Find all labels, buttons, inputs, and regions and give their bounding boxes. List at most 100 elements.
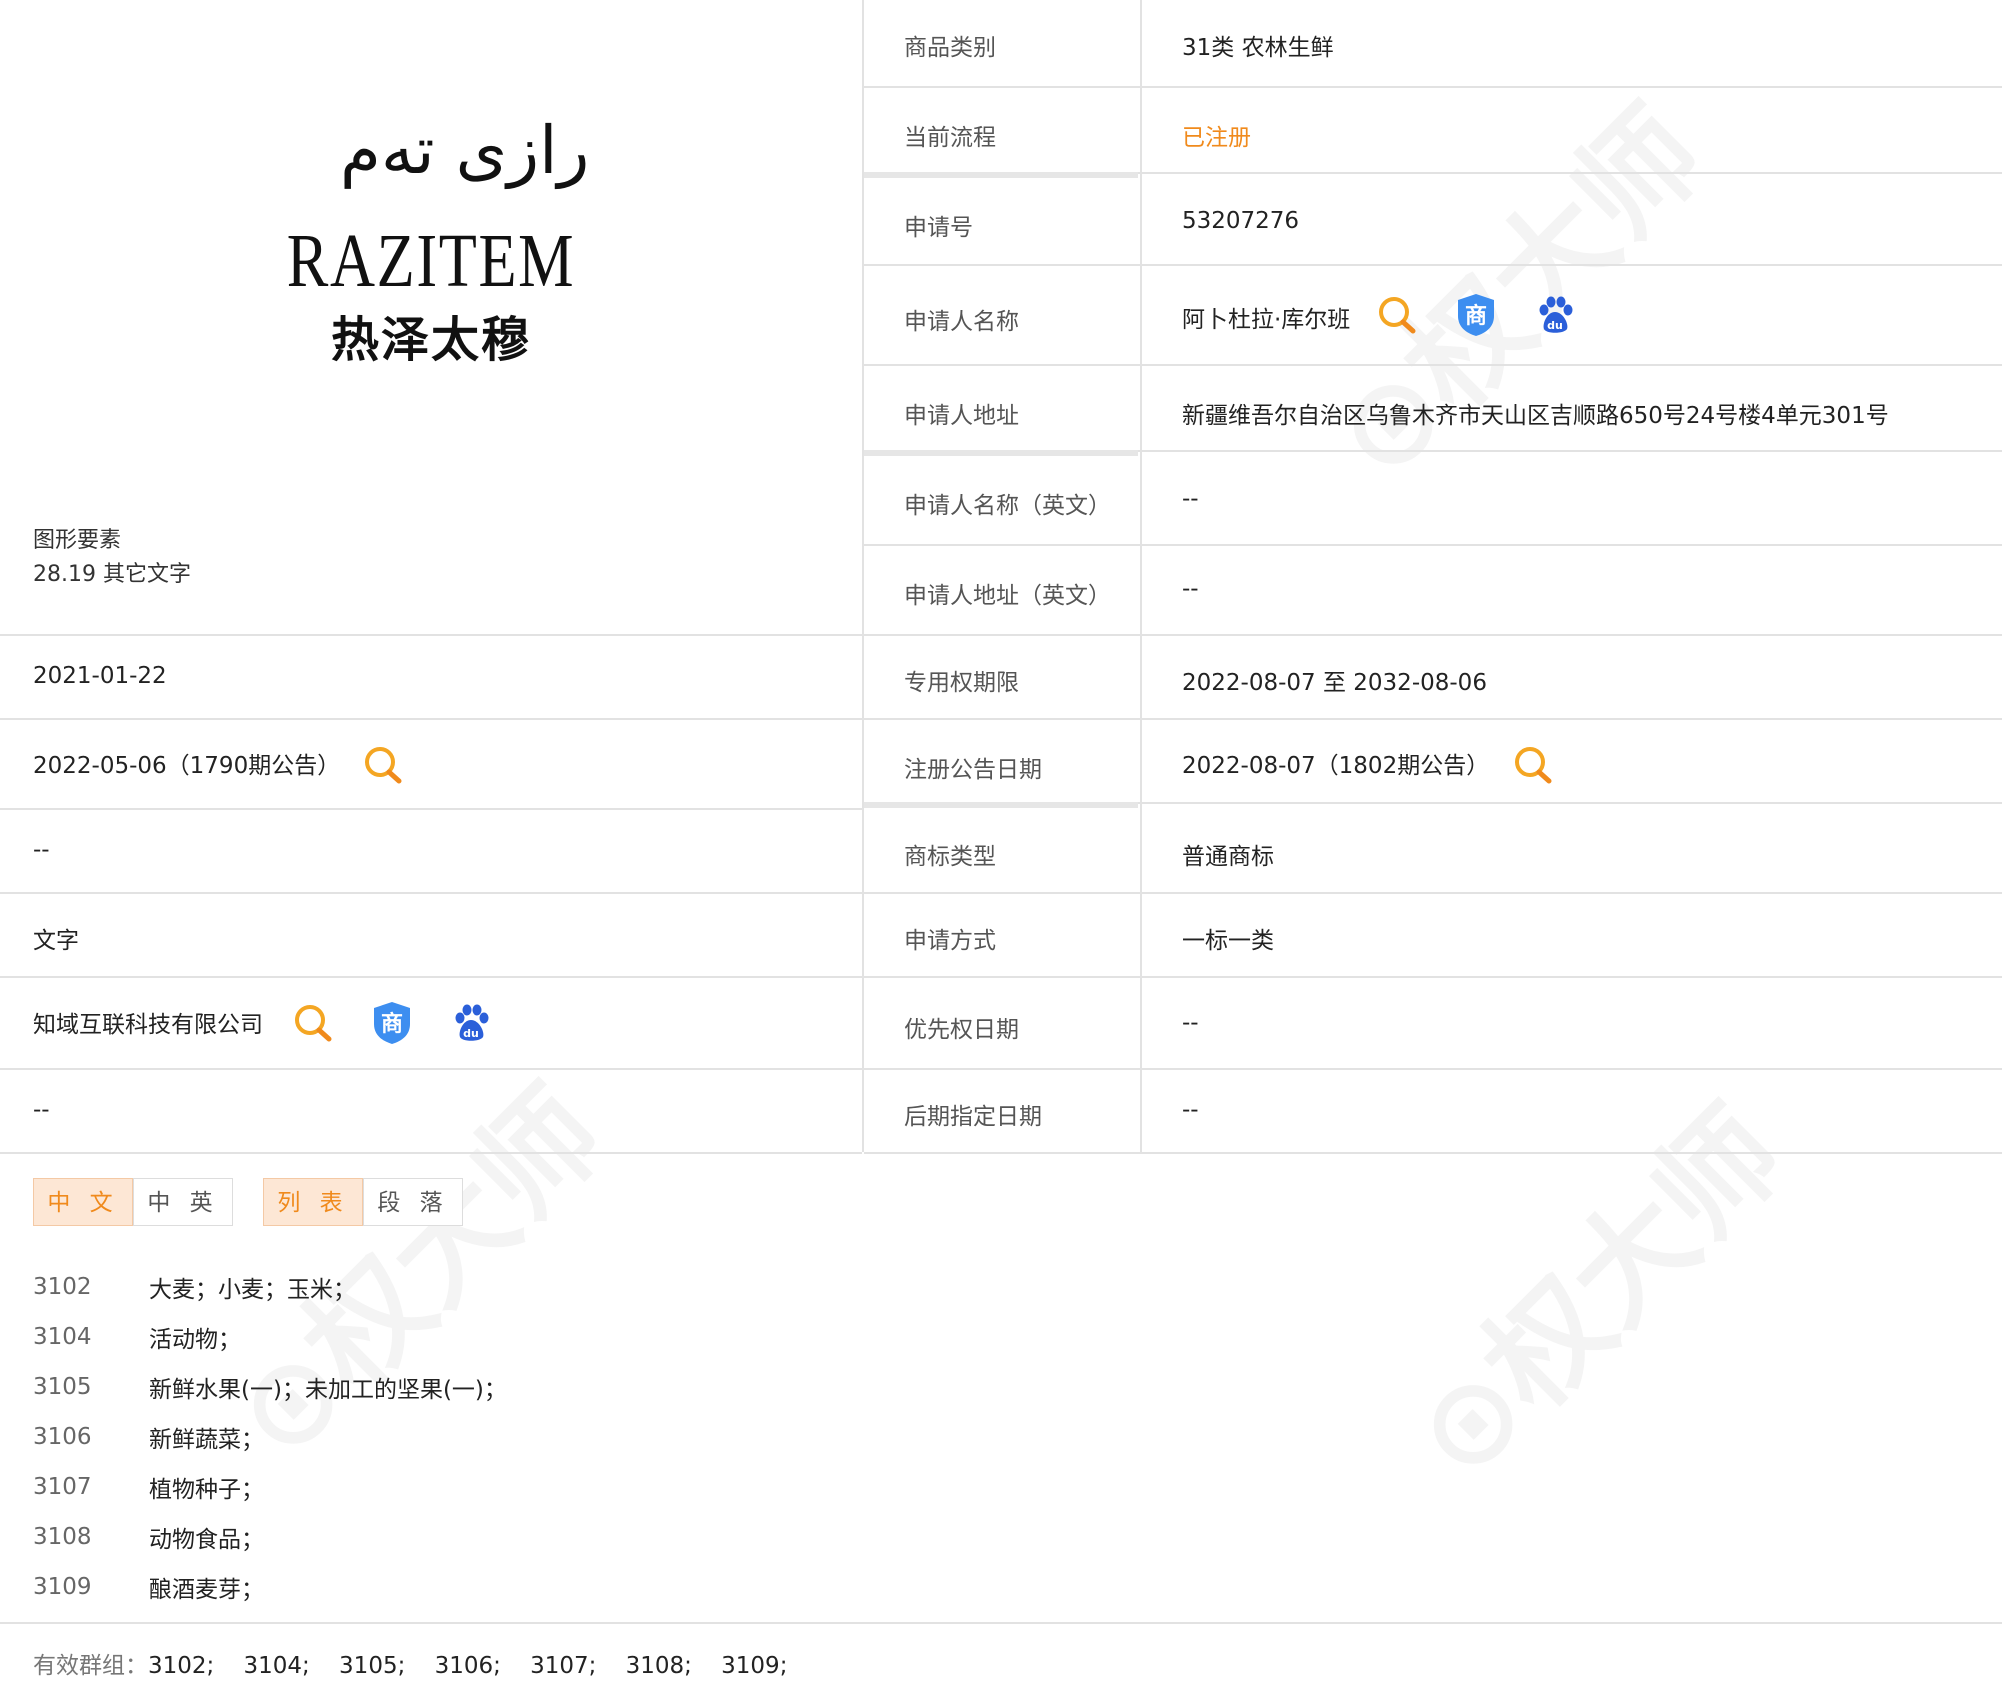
list-item: 3106 新鲜蔬菜； bbox=[33, 1412, 507, 1462]
detail-row-priority: 优先权日期 -- bbox=[864, 978, 2002, 1070]
detail-label: 后期指定日期 bbox=[904, 1104, 1042, 1130]
svg-text:du: du bbox=[1547, 319, 1563, 332]
mark-form-value: 文字 bbox=[33, 928, 79, 954]
left-row-6: -- bbox=[0, 1070, 862, 1154]
valid-groups: 有效群组：3102; 3104; 3105; 3106; 3107; 3108;… bbox=[33, 1646, 787, 1680]
list-item: 3108 动物食品； bbox=[33, 1512, 507, 1562]
group-code: 3108 bbox=[33, 1524, 92, 1550]
search-icon[interactable] bbox=[1512, 744, 1554, 790]
detail-table: رازی تەم RAZITEM 热泽太穆 图形要素 28.19 其它文字 20… bbox=[0, 0, 2002, 1154]
detail-label: 优先权日期 bbox=[904, 1017, 1019, 1043]
divider bbox=[0, 1622, 2002, 1624]
apply-date-value: 2021-01-22 bbox=[33, 663, 167, 689]
detail-row-app-no: 申请号 53207276 bbox=[864, 178, 2002, 266]
detail-label: 申请人名称（英文） bbox=[904, 493, 1111, 519]
status-value: 已注册 bbox=[1182, 125, 1251, 151]
detail-value: -- bbox=[1182, 1010, 1199, 1036]
agent-row: 知域互联科技有限公司 商 du bbox=[0, 978, 862, 1070]
trademark-image: رازی تەم RAZITEM 热泽太穆 图形要素 28.19 其它文字 bbox=[0, 0, 862, 636]
group-code: 3107 bbox=[33, 1474, 92, 1500]
tab-list-view[interactable]: 列 表 bbox=[263, 1178, 363, 1226]
svg-text:du: du bbox=[463, 1027, 479, 1040]
detail-value: 2022-08-07（1802期公告） bbox=[1182, 753, 1490, 779]
detail-label: 申请方式 bbox=[904, 928, 996, 954]
detail-label: 申请人名称 bbox=[904, 309, 1019, 335]
valid-groups-value: 3102; 3104; 3105; 3106; 3107; 3108; 3109… bbox=[148, 1653, 788, 1679]
detail-label: 当前流程 bbox=[904, 125, 996, 151]
svg-text:商: 商 bbox=[381, 1011, 403, 1037]
group-code: 3109 bbox=[33, 1574, 92, 1600]
detail-value: 53207276 bbox=[1182, 208, 1300, 234]
detail-label: 商品类别 bbox=[904, 35, 996, 61]
detail-row-status: 当前流程 已注册 bbox=[864, 88, 2002, 178]
detail-row-category: 商品类别 31类 农林生鲜 bbox=[864, 0, 2002, 88]
detail-value: -- bbox=[1182, 486, 1199, 512]
search-icon[interactable] bbox=[362, 744, 404, 790]
detail-value: 31类 农林生鲜 bbox=[1182, 35, 1334, 61]
mark-chinese-text: 热泽太穆 bbox=[330, 312, 531, 368]
goods-text: 动物食品； bbox=[149, 1527, 264, 1553]
group-code: 3106 bbox=[33, 1424, 92, 1450]
baidu-paw-icon[interactable]: du bbox=[450, 1002, 492, 1048]
detail-label: 申请号 bbox=[904, 215, 973, 241]
goods-text: 新鲜蔬菜； bbox=[149, 1427, 264, 1453]
detail-label: 申请人地址 bbox=[904, 403, 1019, 429]
detail-row-validity: 专用权期限 2022-08-07 至 2032-08-06 bbox=[864, 636, 2002, 720]
trademark-detail: رازی تەم RAZITEM 热泽太穆 图形要素 28.19 其它文字 20… bbox=[0, 0, 2002, 1679]
tab-paragraph-view[interactable]: 段 落 bbox=[363, 1178, 463, 1226]
graphic-element-label: 图形要素 bbox=[33, 528, 122, 553]
shang-shield-icon[interactable]: 商 bbox=[1454, 292, 1498, 342]
mark-latin-text: RAZITEM bbox=[286, 219, 576, 303]
mark-arabic-text: رازی تەم bbox=[340, 112, 590, 189]
list-item: 3107 植物种子； bbox=[33, 1462, 507, 1512]
apply-date-row: 2021-01-22 bbox=[0, 636, 862, 720]
detail-value: 普通商标 bbox=[1182, 844, 1274, 870]
detail-row-later-designation: 后期指定日期 -- bbox=[864, 1070, 2002, 1154]
detail-label: 申请人地址（英文） bbox=[904, 583, 1111, 609]
baidu-paw-icon[interactable]: du bbox=[1534, 294, 1576, 340]
detail-value: 新疆维吾尔自治区乌鲁木齐市天山区吉顺路650号24号楼4单元301号 bbox=[1182, 403, 1889, 429]
tab-chinese-english[interactable]: 中 英 bbox=[133, 1178, 233, 1226]
goods-text: 新鲜水果(一)；未加工的坚果(一)； bbox=[149, 1377, 507, 1403]
left-row-6-value: -- bbox=[33, 1097, 50, 1123]
detail-value: -- bbox=[1182, 1097, 1199, 1123]
goods-text: 活动物； bbox=[149, 1327, 241, 1353]
group-code: 3104 bbox=[33, 1324, 92, 1350]
shang-shield-icon[interactable]: 商 bbox=[370, 1000, 414, 1050]
detail-value: -- bbox=[1182, 576, 1199, 602]
detail-row-reg-pub: 注册公告日期 2022-08-07（1802期公告） bbox=[864, 720, 2002, 808]
list-item: 3109 酿酒麦芽； bbox=[33, 1562, 507, 1612]
detail-value: 一标一类 bbox=[1182, 928, 1274, 954]
left-row-3: -- bbox=[0, 810, 862, 894]
detail-row-filing-method: 申请方式 一标一类 bbox=[864, 894, 2002, 978]
detail-row-mark-type: 商标类型 普通商标 bbox=[864, 810, 2002, 894]
list-item: 3102 大麦；小麦；玉米； bbox=[33, 1262, 507, 1312]
applicant-name: 阿卜杜拉·库尔班 bbox=[1182, 307, 1351, 333]
search-icon[interactable] bbox=[1376, 294, 1418, 340]
svg-text:商: 商 bbox=[1465, 303, 1487, 329]
detail-label: 注册公告日期 bbox=[904, 757, 1042, 783]
goods-list: 3102 大麦；小麦；玉米； 3104 活动物； 3105 新鲜水果(一)；未加… bbox=[33, 1262, 507, 1612]
group-code: 3102 bbox=[33, 1274, 92, 1300]
prelim-pub-row: 2022-05-06（1790期公告） bbox=[0, 720, 862, 810]
agent-value: 知域互联科技有限公司 bbox=[33, 1012, 263, 1038]
goods-text: 酿酒麦芽； bbox=[149, 1577, 264, 1603]
goods-text: 植物种子； bbox=[149, 1477, 264, 1503]
left-row-3-value: -- bbox=[33, 837, 50, 863]
mark-form-row: 文字 bbox=[0, 894, 862, 978]
goods-view-tabs: 中 文 中 英 列 表 段 落 bbox=[33, 1178, 463, 1226]
graphic-element-value: 28.19 其它文字 bbox=[33, 562, 191, 587]
goods-text: 大麦；小麦；玉米； bbox=[149, 1277, 356, 1303]
list-item: 3105 新鲜水果(一)；未加工的坚果(一)； bbox=[33, 1362, 507, 1412]
search-icon[interactable] bbox=[292, 1002, 334, 1048]
detail-value: 2022-08-07 至 2032-08-06 bbox=[1182, 670, 1487, 696]
detail-label: 商标类型 bbox=[904, 844, 996, 870]
prelim-pub-value: 2022-05-06（1790期公告） bbox=[33, 753, 341, 779]
valid-groups-label: 有效群组： bbox=[33, 1653, 148, 1679]
group-code: 3105 bbox=[33, 1374, 92, 1400]
list-item: 3104 活动物； bbox=[33, 1312, 507, 1362]
detail-label: 专用权期限 bbox=[904, 670, 1019, 696]
tab-chinese[interactable]: 中 文 bbox=[33, 1178, 133, 1226]
detail-row-address-en: 申请人地址（英文） -- bbox=[864, 546, 2002, 636]
detail-row-applicant-en: 申请人名称（英文） -- bbox=[864, 456, 2002, 546]
